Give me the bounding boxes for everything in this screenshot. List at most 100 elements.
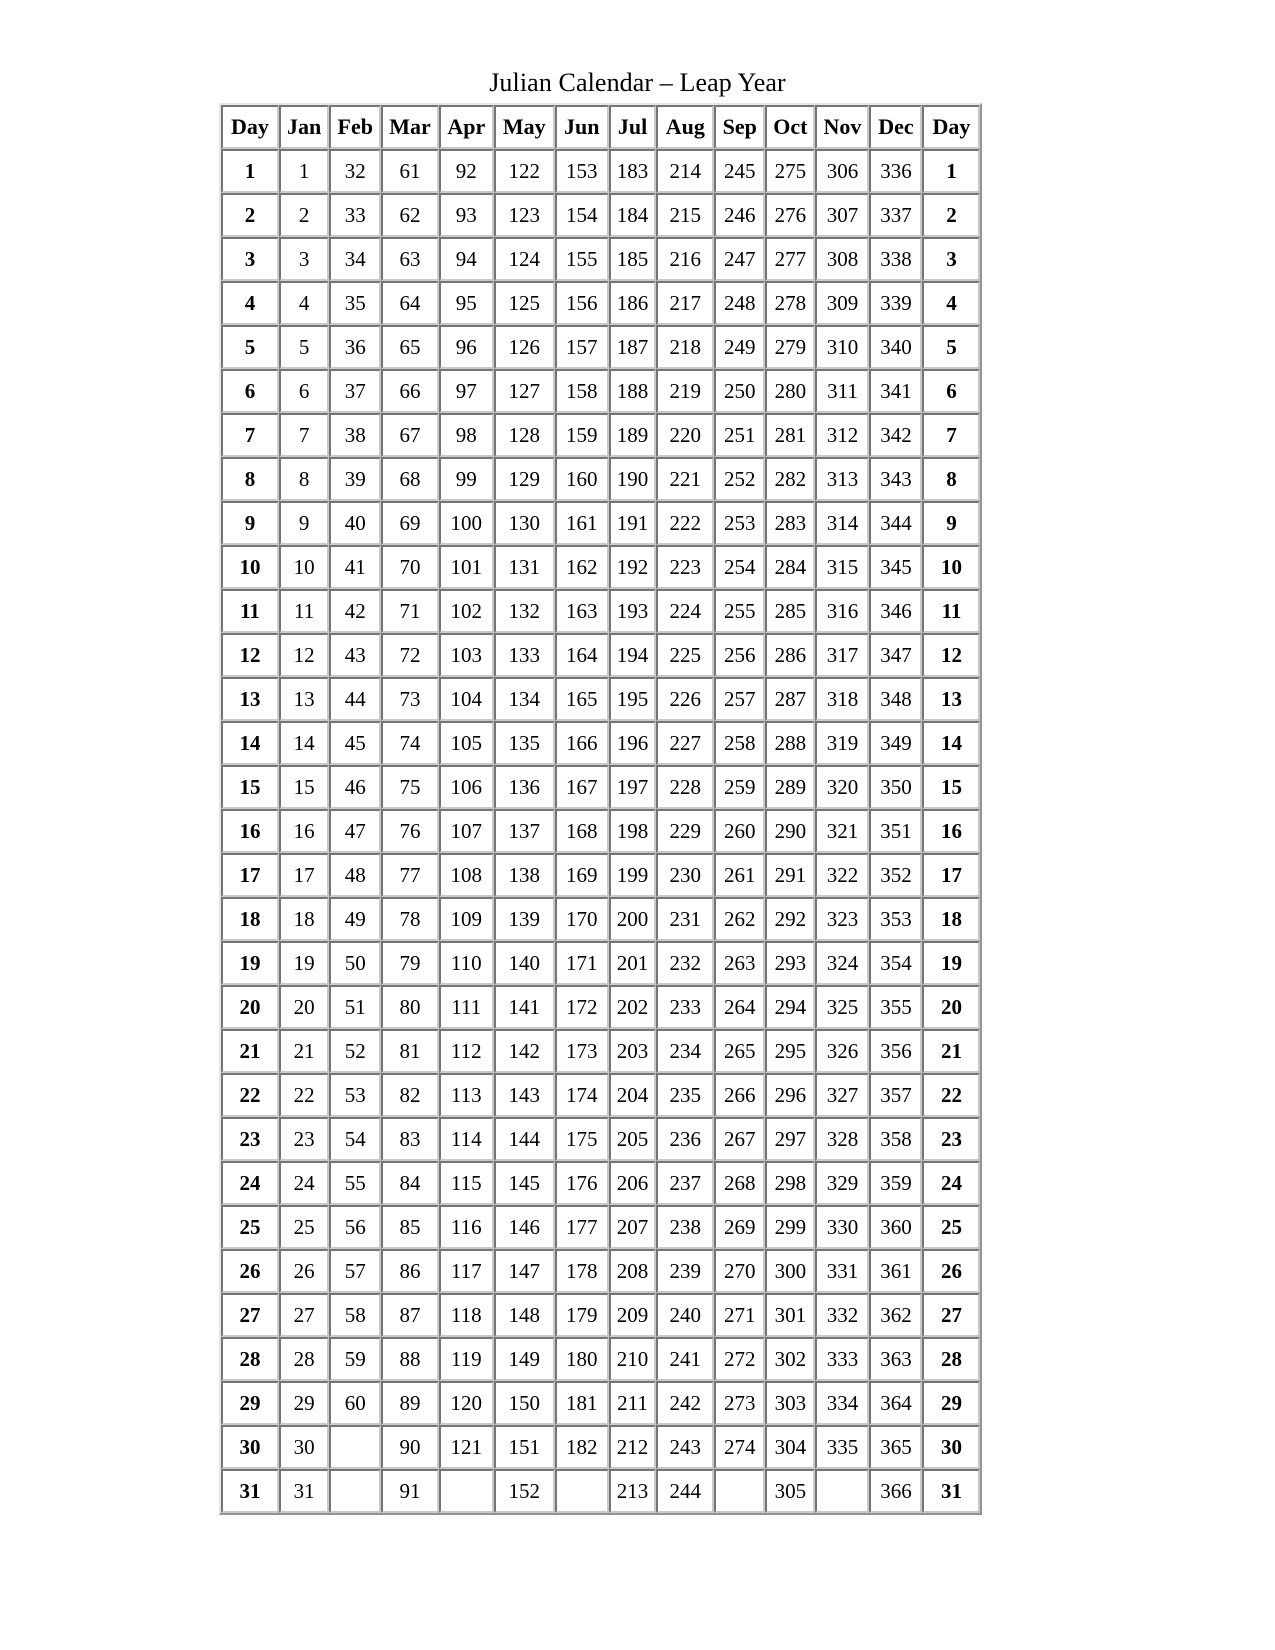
julian-day-cell: 321 (815, 809, 870, 853)
julian-day-cell: 266 (714, 1073, 766, 1117)
julian-day-cell: 345 (869, 545, 923, 589)
julian-day-cell: 95 (438, 281, 494, 325)
julian-day-cell: 38 (329, 413, 382, 457)
julian-day-cell: 257 (714, 677, 766, 721)
julian-day-cell: 333 (815, 1337, 870, 1381)
julian-day-cell: 85 (381, 1205, 439, 1249)
julian-day-cell: 53 (329, 1073, 382, 1117)
julian-day-cell: 137 (493, 809, 555, 853)
julian-day-cell: 80 (381, 985, 439, 1029)
julian-day-cell: 179 (554, 1293, 609, 1337)
day-number-cell: 20 (221, 985, 279, 1029)
table-row: 7 7 38 67 98 128 159 189 220 251 281 312 342 7 (221, 413, 981, 457)
julian-day-cell: 60 (329, 1381, 382, 1425)
table-row: 1 1 32 61 92 122 153 183 214 245 275 306 336 1 (221, 149, 981, 193)
julian-day-cell: 191 (608, 501, 657, 545)
julian-day-cell: 231 (656, 897, 715, 941)
julian-day-cell: 150 (493, 1381, 555, 1425)
julian-day-cell: 294 (765, 985, 816, 1029)
julian-day-cell: 77 (381, 853, 439, 897)
julian-day-cell: 6 (279, 369, 330, 413)
julian-day-cell: 9 (279, 501, 330, 545)
julian-day-cell: 66 (381, 369, 439, 413)
julian-day-cell: 98 (438, 413, 494, 457)
julian-day-cell: 342 (869, 413, 923, 457)
julian-day-cell: 363 (869, 1337, 923, 1381)
julian-day-cell: 356 (869, 1029, 923, 1073)
table-row: 29 29 60 89 120 150 181 211 242 273 303 334 364 29 (221, 1381, 981, 1425)
julian-day-cell: 183 (608, 149, 657, 193)
julian-day-cell: 311 (815, 369, 870, 413)
julian-day-cell: 220 (656, 413, 715, 457)
julian-day-cell: 12 (279, 633, 330, 677)
julian-day-cell: 79 (381, 941, 439, 985)
julian-day-cell: 282 (765, 457, 816, 501)
julian-day-cell: 250 (714, 369, 766, 413)
table-row: 22 22 53 82 113 143 174 204 235 266 296 327 357 22 (221, 1073, 981, 1117)
julian-day-cell: 208 (608, 1249, 657, 1293)
julian-day-cell: 92 (438, 149, 494, 193)
table-row: 26 26 57 86 117 147 178 208 239 270 300 331 361 26 (221, 1249, 981, 1293)
julian-day-cell: 287 (765, 677, 816, 721)
julian-day-cell: 136 (493, 765, 555, 809)
table-row: 17 17 48 77 108 138 169 199 230 261 291 322 352 17 (221, 853, 981, 897)
julian-day-cell: 27 (279, 1293, 330, 1337)
julian-day-cell: 68 (381, 457, 439, 501)
table-row: 27 27 58 87 118 148 179 209 240 271 301 332 362 27 (221, 1293, 981, 1337)
day-number-cell: 26 (221, 1249, 279, 1293)
julian-day-cell: 252 (714, 457, 766, 501)
julian-day-cell: 52 (329, 1029, 382, 1073)
page: Julian Calendar – Leap Year Day Jan Feb Mar… (0, 0, 1275, 1650)
julian-day-cell: 362 (869, 1293, 923, 1337)
julian-day-cell: 272 (714, 1337, 766, 1381)
day-number-cell: 24 (221, 1161, 279, 1205)
julian-day-cell: 23 (279, 1117, 330, 1161)
julian-day-cell: 55 (329, 1161, 382, 1205)
julian-day-cell: 39 (329, 457, 382, 501)
julian-day-cell: 343 (869, 457, 923, 501)
julian-day-cell: 8 (279, 457, 330, 501)
julian-day-cell: 148 (493, 1293, 555, 1337)
julian-day-cell: 37 (329, 369, 382, 413)
julian-day-cell: 106 (438, 765, 494, 809)
julian-day-cell: 340 (869, 325, 923, 369)
julian-day-cell: 181 (554, 1381, 609, 1425)
table-header-row: Day Jan Feb Mar Apr May Jun Jul Aug Sep Oct Nov Dec D… (221, 105, 981, 149)
julian-day-cell: 26 (279, 1249, 330, 1293)
table-row: 10 10 41 70 101 131 162 192 223 254 284 315 345 10 (221, 545, 981, 589)
julian-day-cell: 304 (765, 1425, 816, 1469)
julian-day-cell: 188 (608, 369, 657, 413)
julian-day-cell: 100 (438, 501, 494, 545)
julian-day-cell: 281 (765, 413, 816, 457)
julian-day-cell: 238 (656, 1205, 715, 1249)
day-number-cell: 6 (922, 369, 981, 413)
day-number-cell: 11 (221, 589, 279, 633)
julian-day-cell: 47 (329, 809, 382, 853)
day-number-cell: 4 (221, 281, 279, 325)
julian-day-cell: 133 (493, 633, 555, 677)
julian-day-cell: 54 (329, 1117, 382, 1161)
julian-day-cell: 300 (765, 1249, 816, 1293)
day-number-cell: 26 (922, 1249, 981, 1293)
julian-day-cell: 175 (554, 1117, 609, 1161)
julian-day-cell: 97 (438, 369, 494, 413)
julian-day-cell: 224 (656, 589, 715, 633)
julian-day-cell: 76 (381, 809, 439, 853)
julian-day-cell: 243 (656, 1425, 715, 1469)
julian-day-cell: 30 (279, 1425, 330, 1469)
table-row: 16 16 47 76 107 137 168 198 229 260 290 321 351 16 (221, 809, 981, 853)
julian-day-cell: 103 (438, 633, 494, 677)
day-number-cell: 25 (922, 1205, 981, 1249)
day-number-cell: 31 (922, 1469, 981, 1513)
julian-day-cell: 82 (381, 1073, 439, 1117)
column-header-day-right: Day (922, 105, 981, 149)
julian-day-cell: 265 (714, 1029, 766, 1073)
julian-day-cell: 20 (279, 985, 330, 1029)
julian-day-cell: 177 (554, 1205, 609, 1249)
julian-day-cell: 115 (438, 1161, 494, 1205)
julian-day-cell: 360 (869, 1205, 923, 1249)
julian-day-cell: 31 (279, 1469, 330, 1513)
julian-day-cell: 63 (381, 237, 439, 281)
julian-day-cell: 318 (815, 677, 870, 721)
julian-day-cell: 17 (279, 853, 330, 897)
